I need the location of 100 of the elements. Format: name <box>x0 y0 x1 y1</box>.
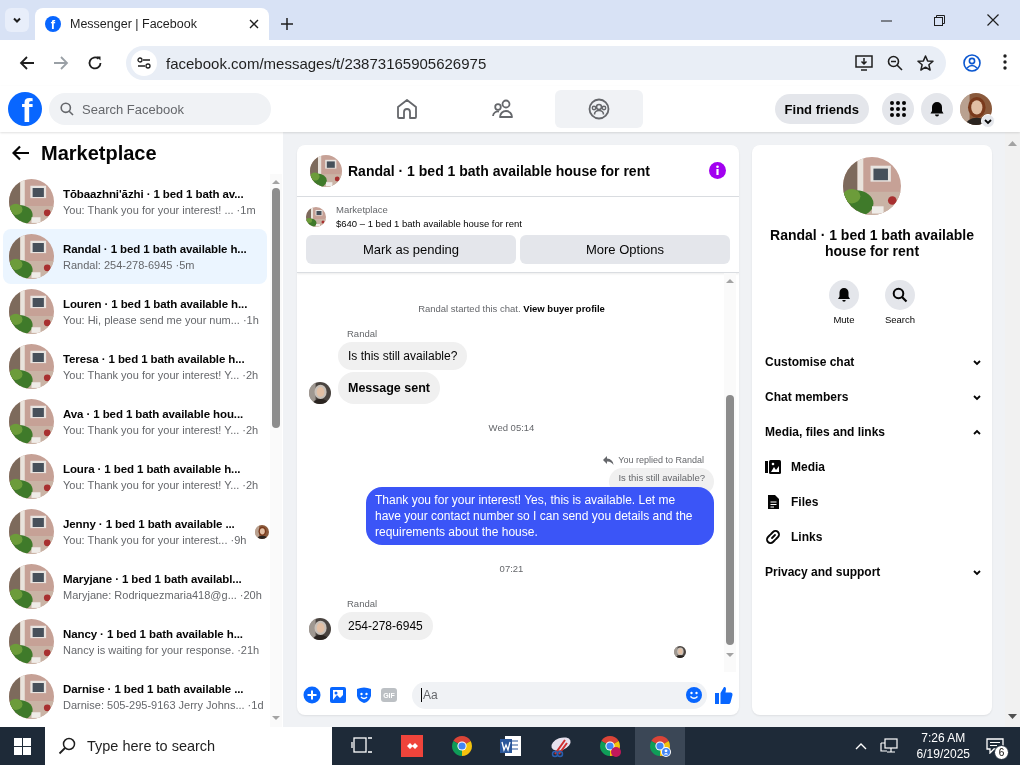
conversation-item[interactable]: Ava · 1 bed 1 bath available hou... You: Thank you for your interest! Y... ·2h <box>3 394 267 449</box>
home-icon <box>395 97 419 121</box>
browser-icon <box>449 734 474 758</box>
message-bubble: 254-278-6945 <box>338 612 433 640</box>
message-time: ·1m <box>236 203 256 216</box>
message-preview: You: Thank you for your interest... <box>63 533 228 546</box>
back-icon[interactable] <box>19 55 35 71</box>
clock[interactable]: 7:26 AM 6/19/2025 <box>916 730 970 762</box>
browser-tab[interactable]: f Messenger | Facebook <box>35 8 269 40</box>
file-icon <box>765 493 781 510</box>
address-bar[interactable]: facebook.com/messages/t/23873165905626975 <box>126 46 946 80</box>
close-icon[interactable] <box>249 19 259 29</box>
search-icon <box>892 287 908 303</box>
nav-tab[interactable] <box>555 90 643 128</box>
message-time: ·1h <box>242 313 259 326</box>
conversation-item[interactable]: Nancy · 1 bed 1 bath available h... Nancy is waiting for your response. ·21h <box>3 614 267 669</box>
network-icon[interactable] <box>879 738 898 754</box>
section-item[interactable]: Files <box>765 484 982 519</box>
conversation-title: Tōbaazhni'āzhi · 1 bed 1 bath av... <box>63 187 245 200</box>
menu-icon[interactable] <box>1003 54 1007 70</box>
clock-time: 7:26 AM <box>921 730 966 746</box>
conversation-item[interactable]: Maryjane · 1 bed 1 bath availabl... Maryjane: Rodriquezmaria418@g... ·20h <box>3 559 267 614</box>
mute-button[interactable] <box>828 280 859 310</box>
message-preview: Darnise: 505-295-9163 Jerry Johns... <box>63 698 245 711</box>
search-button[interactable] <box>885 280 915 310</box>
listing-text: $640 – 1 bed 1 bath available house for rent <box>336 218 522 229</box>
timestamp: 07:21 <box>499 563 524 574</box>
conversation-item[interactable]: Loura · 1 bed 1 bath available h... You: Thank you for your interest! Y... ·2h <box>3 449 267 504</box>
section-title: Privacy and support <box>765 564 881 579</box>
chevron-up-icon[interactable] <box>854 742 867 750</box>
find-friends-button[interactable]: Find friends <box>774 94 869 124</box>
caret-icon <box>12 15 22 25</box>
search-placeholder: Type here to search <box>87 738 216 754</box>
message-preview: You: Thank you for your interest! Y... <box>63 368 240 381</box>
conversation-title: Loura · 1 bed 1 bath available h... <box>63 462 242 475</box>
taskbar-app[interactable] <box>635 727 685 765</box>
close-icon[interactable] <box>987 14 999 26</box>
browser-icon <box>598 734 623 758</box>
search-icon <box>60 102 74 116</box>
section-header[interactable]: Media, files and links <box>765 414 982 449</box>
message-preview: You: Hi, please send me your num... <box>63 313 240 326</box>
panel-title: Marketplace <box>41 141 157 165</box>
plus-icon[interactable] <box>303 686 321 704</box>
action-button[interactable]: Mark as pending <box>306 235 516 264</box>
menu-button[interactable] <box>882 93 914 125</box>
conversation-item[interactable]: Randal · 1 bed 1 bath available h... Randal: 254-278-6945 ·5m <box>3 229 267 284</box>
document-app-icon <box>499 734 524 758</box>
info-icon[interactable] <box>709 162 726 179</box>
like-icon[interactable] <box>715 686 733 704</box>
section-item[interactable]: Media <box>765 449 982 484</box>
timestamp: Wed 05:14 <box>488 422 535 433</box>
conversation-item[interactable]: Louren · 1 bed 1 bath available h... You: Hi, please send me your num... ·1h <box>3 284 267 339</box>
message-field[interactable]: Aa <box>412 681 707 709</box>
search-field[interactable]: Search Facebook <box>49 93 271 125</box>
install-icon[interactable] <box>855 55 873 71</box>
scrollbar[interactable] <box>270 174 282 727</box>
sender-name: Randal <box>347 328 379 339</box>
section-header[interactable]: Chat members <box>765 379 982 414</box>
action-label: Mute <box>833 314 855 325</box>
star-icon[interactable] <box>917 55 934 71</box>
section-header[interactable]: Privacy and support <box>765 554 982 589</box>
section-header[interactable]: Customise chat <box>765 344 982 379</box>
message-preview: Nancy is waiting for your response. <box>63 643 235 656</box>
message-preview: Randal: 254-278-6945 <box>63 258 173 271</box>
profile-icon[interactable] <box>963 54 981 72</box>
section-item[interactable]: Links <box>765 519 982 554</box>
tab-list-button[interactable] <box>5 8 29 32</box>
remote-desktop-icon <box>400 734 425 758</box>
browser-icon <box>647 734 672 758</box>
link-icon <box>765 528 781 545</box>
conversation-item[interactable]: Jenny · 1 bed 1 bath available ... You: Thank you for your interest... ·9h <box>3 504 267 559</box>
site-info-icon[interactable] <box>137 56 151 70</box>
restore-icon[interactable] <box>934 14 945 26</box>
scrollbar[interactable] <box>724 273 736 672</box>
reply-icon <box>603 455 615 465</box>
profile-link[interactable]: View buyer profile <box>523 303 605 314</box>
forward-icon[interactable] <box>53 55 69 71</box>
reload-icon[interactable] <box>87 55 103 71</box>
image-icon[interactable] <box>329 686 347 704</box>
conversation-item[interactable]: Teresa · 1 bed 1 bath available h... You: Thank you for your interest! Y... ·2h <box>3 339 267 394</box>
tab-title: Messenger | Facebook <box>70 17 198 31</box>
new-tab-icon[interactable] <box>281 18 293 30</box>
back-icon[interactable] <box>12 145 30 161</box>
facebook-logo[interactable]: f <box>8 92 42 126</box>
message-preview: You: Thank you for your interest! Y... <box>63 423 240 436</box>
emoji-icon[interactable] <box>686 687 702 703</box>
notice-text: Randal started this chat. View buyer profile <box>418 303 605 314</box>
conversation-item[interactable]: Darnise · 1 bed 1 bath available ... Darnise: 505-295-9163 Jerry Johns... ·1d <box>3 669 267 724</box>
sticker-icon[interactable] <box>355 686 373 704</box>
taskbar-search-field[interactable]: Type here to search <box>45 727 332 765</box>
windows-icon <box>14 737 31 755</box>
item-label: Links <box>791 529 823 544</box>
account-button[interactable] <box>960 93 992 125</box>
zoom-icon[interactable] <box>887 55 903 71</box>
notifications-button[interactable] <box>921 93 953 125</box>
conversation-item[interactable]: Tōbaazhni'āzhi · 1 bed 1 bath av... You: Thank you for your interest! ... ·1m <box>3 174 267 229</box>
scrollbar[interactable] <box>1005 132 1020 727</box>
contact-name: Randal · 1 bed 1 bath available house for rent <box>769 227 975 259</box>
caret-icon <box>983 116 993 126</box>
action-button[interactable]: More Options <box>520 235 730 264</box>
